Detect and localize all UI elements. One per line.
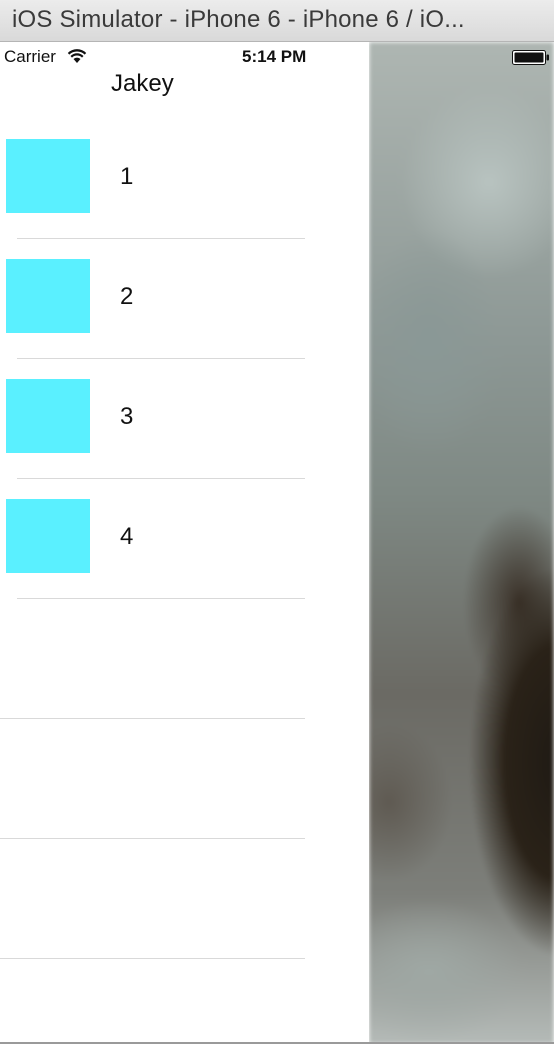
menu-row[interactable] [0,599,369,719]
main-content-image[interactable] [369,42,554,1044]
wifi-icon [67,49,87,63]
row-label: 2 [120,283,134,310]
menu-row[interactable]: 2 [0,239,369,359]
row-label: 4 [120,523,134,550]
simulator-window: iOS Simulator - iPhone 6 - iPhone 6 / iO… [0,0,554,1044]
row-thumbnail [6,379,90,453]
row-thumbnail [6,139,90,213]
row-divider [0,958,305,959]
row-thumbnail [6,259,90,333]
window-titlebar[interactable]: iOS Simulator - iPhone 6 - iPhone 6 / iO… [0,0,554,42]
battery-icon [512,50,549,65]
row-label: 1 [120,163,134,190]
side-menu: Jakey 1 2 3 4 [0,42,369,1044]
menu-title: Jakey [111,70,174,97]
menu-row[interactable] [0,839,369,959]
menu-row[interactable]: 1 [0,119,369,239]
row-label: 3 [120,403,134,430]
status-time: 5:14 PM [242,47,307,66]
menu-row[interactable] [0,719,369,839]
carrier-label: Carrier [4,47,56,66]
menu-row[interactable]: 3 [0,359,369,479]
device-screen: Carrier 5:14 PM Jakey 1 2 3 4 [0,42,554,1044]
status-bar: Carrier 5:14 PM [0,42,554,70]
menu-row[interactable]: 4 [0,479,369,599]
row-thumbnail [6,499,90,573]
window-title: iOS Simulator - iPhone 6 - iPhone 6 / iO… [12,6,465,33]
